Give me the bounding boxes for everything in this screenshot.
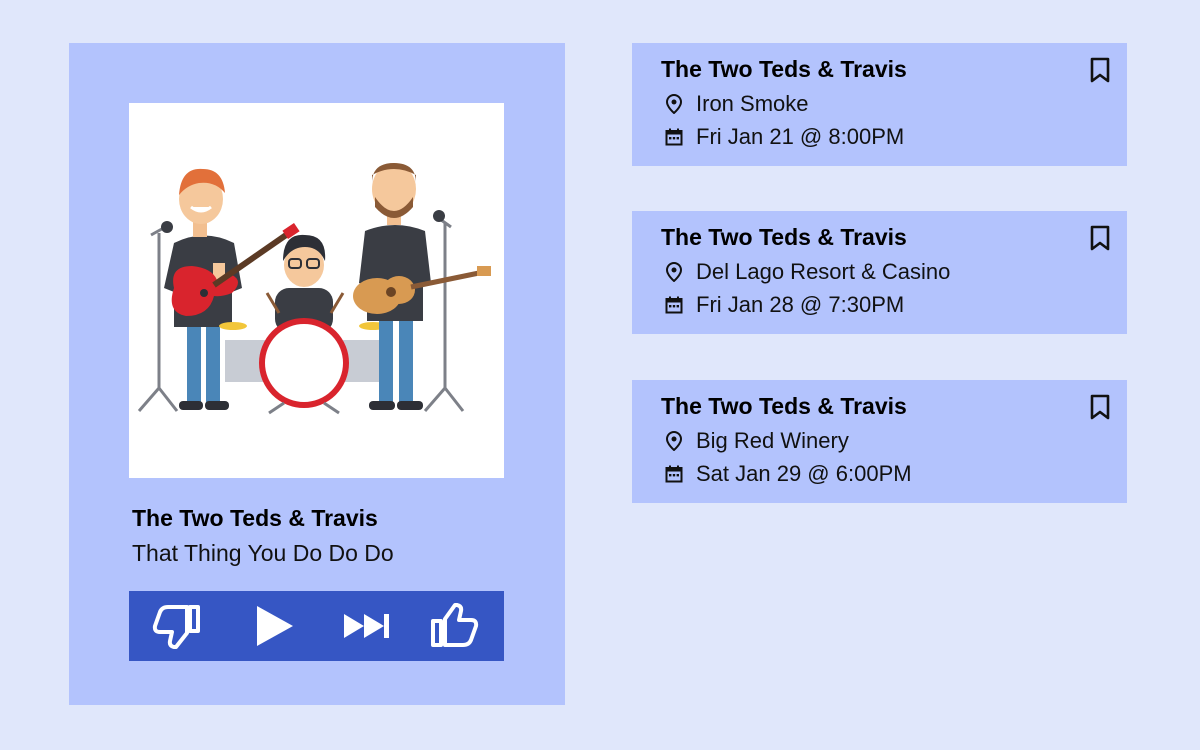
event-date-row: Fri Jan 21 @ 8:00PM — [664, 124, 904, 150]
location-pin-icon — [664, 262, 684, 282]
event-artist: The Two Teds & Travis — [661, 56, 907, 82]
calendar-icon — [664, 464, 684, 484]
event-datetime: Fri Jan 21 @ 8:00PM — [696, 124, 905, 149]
event-date-row: Fri Jan 28 @ 7:30PM — [664, 292, 904, 318]
dislike-button[interactable] — [142, 591, 212, 661]
now-playing-artist: The Two Teds & Travis — [132, 505, 378, 531]
calendar-icon — [664, 295, 684, 315]
band-illustration — [137, 163, 491, 415]
event-venue: Big Red Winery — [696, 428, 849, 453]
like-button[interactable] — [419, 591, 489, 661]
event-card[interactable]: The Two Teds & Travis Del Lago Resort & … — [632, 211, 1127, 334]
event-artist: The Two Teds & Travis — [661, 224, 907, 250]
event-venue: Iron Smoke — [696, 91, 809, 116]
playback-controls — [129, 591, 504, 661]
now-playing-song: That Thing You Do Do Do — [132, 540, 394, 566]
bookmark-icon[interactable] — [1089, 57, 1111, 83]
now-playing-panel: The Two Teds & Travis That Thing You Do … — [69, 43, 565, 705]
event-datetime: Sat Jan 29 @ 6:00PM — [696, 461, 912, 486]
event-datetime: Fri Jan 28 @ 7:30PM — [696, 292, 905, 317]
next-button[interactable] — [332, 591, 402, 661]
thumbs-down-icon — [152, 605, 200, 649]
event-card[interactable]: The Two Teds & Travis Big Red Winery Sat… — [632, 380, 1127, 503]
event-date-row: Sat Jan 29 @ 6:00PM — [664, 461, 912, 487]
play-icon — [257, 606, 293, 646]
calendar-icon — [664, 127, 684, 147]
play-button[interactable] — [239, 591, 309, 661]
skip-next-icon — [344, 614, 389, 638]
event-venue-row: Iron Smoke — [664, 91, 809, 117]
event-venue: Del Lago Resort & Casino — [696, 259, 951, 284]
location-pin-icon — [664, 431, 684, 451]
album-artwork — [129, 103, 504, 478]
event-card[interactable]: The Two Teds & Travis Iron Smoke Fri Jan… — [632, 43, 1127, 166]
location-pin-icon — [664, 94, 684, 114]
event-venue-row: Del Lago Resort & Casino — [664, 259, 950, 285]
bookmark-icon[interactable] — [1089, 225, 1111, 251]
thumbs-up-icon — [431, 603, 479, 647]
bookmark-icon[interactable] — [1089, 394, 1111, 420]
event-artist: The Two Teds & Travis — [661, 393, 907, 419]
event-venue-row: Big Red Winery — [664, 428, 849, 454]
